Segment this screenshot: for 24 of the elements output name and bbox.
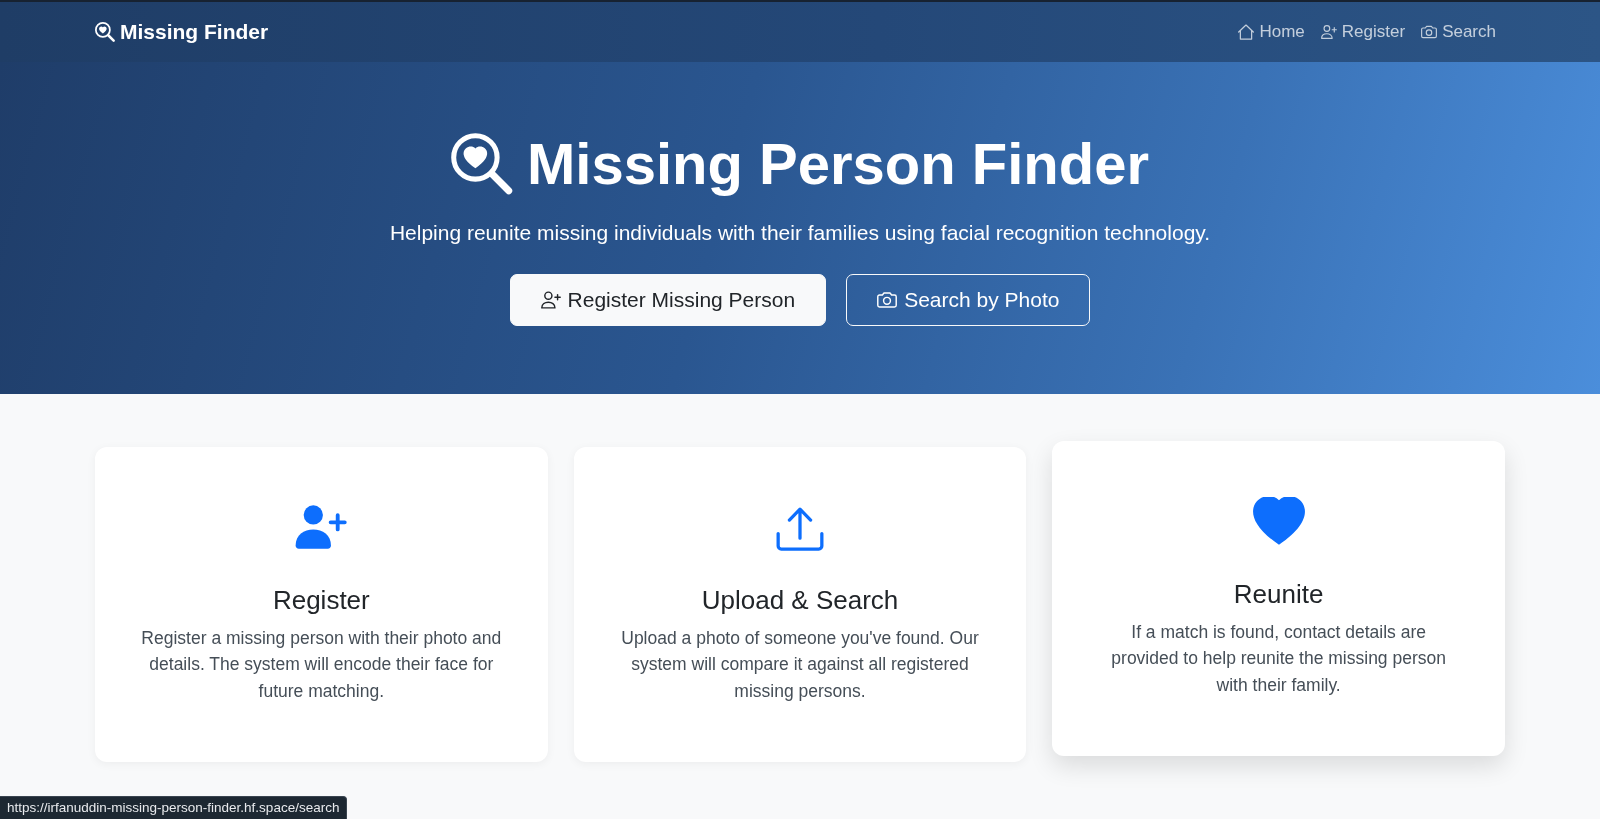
nav-link[interactable]: Register bbox=[1312, 22, 1414, 42]
heart-icon bbox=[1252, 497, 1305, 545]
card-title: Reunite bbox=[1232, 579, 1325, 610]
link-url-status: https://irfanuddin-missing-person-finder.hf.space/search bbox=[0, 796, 348, 819]
card-title: Register bbox=[271, 585, 371, 616]
card-title: Upload & Search bbox=[700, 585, 900, 616]
brand-link[interactable]: Missing Finder bbox=[95, 20, 269, 44]
card-description: Register a missing person with their photo and details. The system will encode their face for future matching. bbox=[140, 627, 503, 703]
register-button[interactable]: Register Missing Person bbox=[509, 274, 827, 326]
person-plus-icon bbox=[1320, 24, 1337, 40]
nav-link[interactable]: Search bbox=[1413, 22, 1504, 42]
nav-link[interactable]: Home bbox=[1230, 22, 1313, 42]
card-description: If a match is found, contact details are provided to help reunite the missing person with their family. bbox=[1110, 621, 1447, 697]
card-description: Upload a photo of someone you've found. Our system will compare it against all registered missing persons. bbox=[620, 627, 980, 703]
hero-subtitle: Helping reunite missing individuals with their families using facial recognition technology. bbox=[389, 220, 1211, 246]
camera-icon bbox=[877, 291, 898, 309]
camera-icon bbox=[1421, 24, 1438, 40]
search-button[interactable]: Search by Photo bbox=[846, 274, 1091, 326]
house-icon bbox=[1238, 24, 1255, 40]
person-plus-icon bbox=[540, 291, 561, 309]
magnifier-heart-icon bbox=[95, 22, 115, 42]
magnifier-heart-icon bbox=[451, 133, 513, 195]
person-plus-icon bbox=[295, 505, 348, 549]
hero-title: Missing Person Finder bbox=[527, 130, 1149, 198]
